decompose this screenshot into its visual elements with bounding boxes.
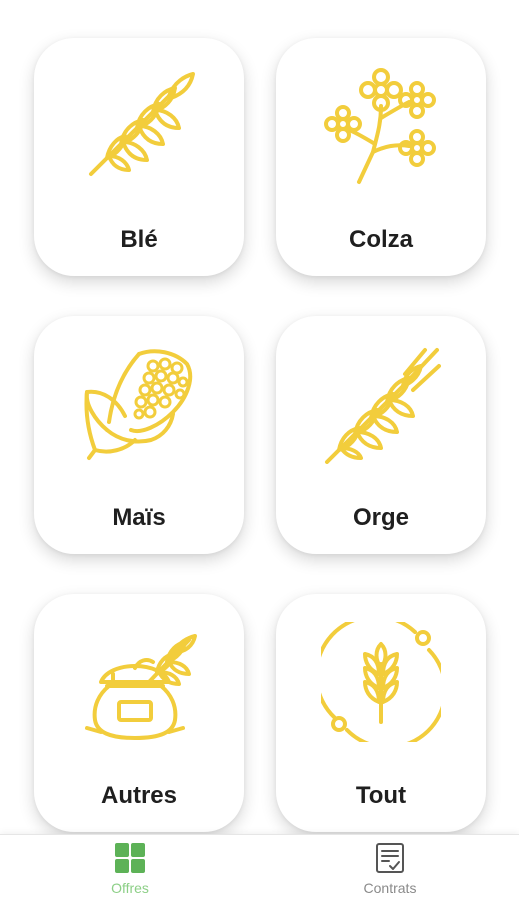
bottom-navigation: Offres Contrats — [0, 834, 519, 901]
category-label: Colza — [348, 226, 413, 253]
wheat-icon — [89, 72, 195, 176]
category-card-orge[interactable]: Orge — [276, 316, 486, 554]
category-label: Tout — [355, 782, 407, 809]
grain-sack-icon — [85, 634, 197, 740]
category-label: Orge — [352, 504, 409, 531]
category-label: Autres — [100, 782, 178, 809]
category-card-colza[interactable]: Colza — [276, 38, 486, 276]
barley-icon — [325, 348, 441, 464]
category-card-ble[interactable]: Blé — [34, 38, 244, 276]
nav-label-contrats: Contrats — [363, 880, 417, 896]
grid-icon — [115, 843, 145, 873]
category-card-mais[interactable]: Maïs — [34, 316, 244, 554]
category-card-autres[interactable]: Autres — [34, 594, 244, 832]
corn-icon — [84, 349, 193, 460]
category-card-tout[interactable]: Tout — [276, 594, 486, 832]
nav-item-contrats[interactable]: Contrats — [310, 835, 470, 901]
contract-icon — [376, 843, 404, 873]
category-label: Blé — [120, 226, 158, 253]
rapeseed-flower-icon — [324, 68, 436, 184]
category-label: Maïs — [112, 504, 166, 531]
all-crops-icon — [321, 622, 441, 742]
nav-item-offres[interactable]: Offres — [50, 835, 210, 901]
nav-label-offres: Offres — [111, 880, 149, 896]
